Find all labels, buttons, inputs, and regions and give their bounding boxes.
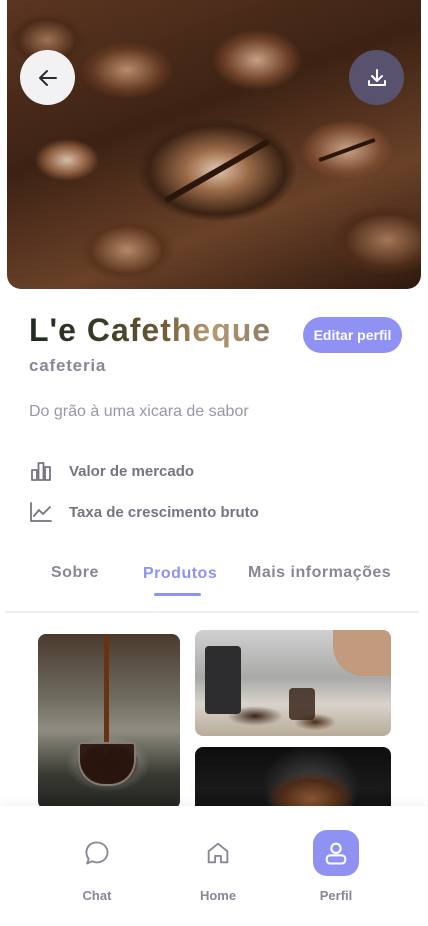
product-photo[interactable] — [38, 634, 180, 809]
arrow-left-icon — [38, 69, 57, 86]
download-button[interactable] — [349, 50, 404, 105]
stat-growth-rate[interactable]: Taxa de crescimento bruto — [29, 500, 259, 524]
bottom-navigation: Chat Home Perfil — [0, 806, 428, 926]
tab-divider — [5, 611, 419, 613]
nav-item-perfil[interactable]: Perfil — [301, 806, 371, 903]
chat-bubble-icon — [85, 841, 109, 865]
coffee-bean-crease — [318, 137, 376, 163]
profile-name: L'e Cafetheque — [29, 312, 272, 348]
nav-item-home[interactable]: Home — [183, 806, 253, 903]
nav-label: Chat — [82, 888, 112, 903]
stat-market-value[interactable]: Valor de mercado — [29, 459, 194, 483]
line-chart-icon — [30, 502, 52, 522]
cover-photo — [7, 0, 421, 289]
back-button[interactable] — [20, 50, 75, 105]
nav-label: Perfil — [319, 888, 353, 903]
active-tab-indicator — [154, 593, 201, 596]
product-photo[interactable] — [195, 630, 391, 736]
tab-produtos[interactable]: Produtos — [143, 565, 217, 583]
profile-tagline: Do grão à uma xicara de sabor — [29, 403, 249, 420]
tab-mais-informacoes[interactable]: Mais informações — [248, 564, 391, 582]
nav-item-chat[interactable]: Chat — [62, 806, 132, 903]
nav-label: Home — [199, 888, 237, 903]
stat-label: Valor de mercado — [69, 462, 195, 480]
coffee-bean-crease — [163, 138, 271, 204]
download-icon — [367, 68, 386, 86]
profile-category: cafeteria — [29, 356, 107, 375]
home-icon — [207, 842, 229, 864]
user-icon — [325, 842, 347, 865]
bar-chart-icon — [31, 462, 51, 481]
stat-label: Taxa de crescimento bruto — [69, 503, 259, 521]
tab-sobre[interactable]: Sobre — [51, 564, 99, 582]
edit-profile-button[interactable]: Editar perfil — [303, 317, 402, 353]
